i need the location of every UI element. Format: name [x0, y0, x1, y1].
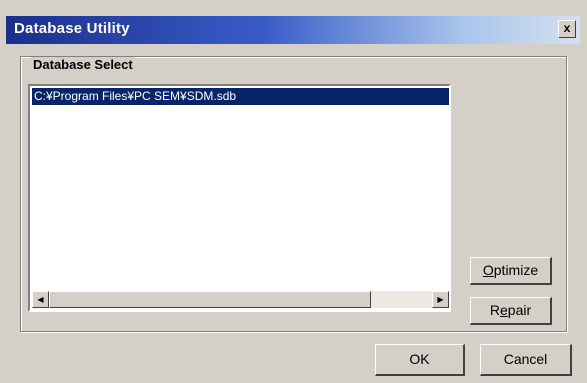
database-list[interactable]: C:¥Program Files¥PC SEM¥SDM.sdb ◀ ▶: [28, 84, 451, 312]
scroll-right-button[interactable]: ▶: [432, 291, 449, 308]
scroll-left-button[interactable]: ◀: [32, 291, 49, 308]
horizontal-scrollbar[interactable]: ◀ ▶: [32, 291, 449, 308]
repair-label-end: pair: [507, 302, 532, 318]
optimize-button[interactable]: Optimize: [470, 257, 552, 285]
list-item[interactable]: C:¥Program Files¥PC SEM¥SDM.sdb: [32, 88, 449, 105]
close-icon: x: [563, 21, 571, 35]
close-button[interactable]: x: [558, 20, 576, 38]
scroll-thumb[interactable]: [49, 291, 371, 308]
arrow-right-icon: ▶: [437, 295, 444, 304]
database-select-label: Database Select: [31, 57, 135, 72]
arrow-left-icon: ◀: [37, 295, 44, 304]
window-title: Database Utility: [14, 20, 130, 37]
repair-mnemonic: e: [499, 302, 508, 318]
repair-button[interactable]: Repair: [470, 297, 552, 325]
title-bar[interactable]: Database Utility x: [6, 16, 580, 44]
optimize-label: ptimize: [493, 262, 539, 278]
optimize-mnemonic: O: [482, 262, 494, 278]
ok-button[interactable]: OK: [375, 344, 465, 376]
cancel-button[interactable]: Cancel: [480, 344, 572, 376]
repair-label-start: R: [489, 302, 500, 318]
database-utility-dialog: Database Utility x Database Select C:¥Pr…: [0, 0, 587, 383]
